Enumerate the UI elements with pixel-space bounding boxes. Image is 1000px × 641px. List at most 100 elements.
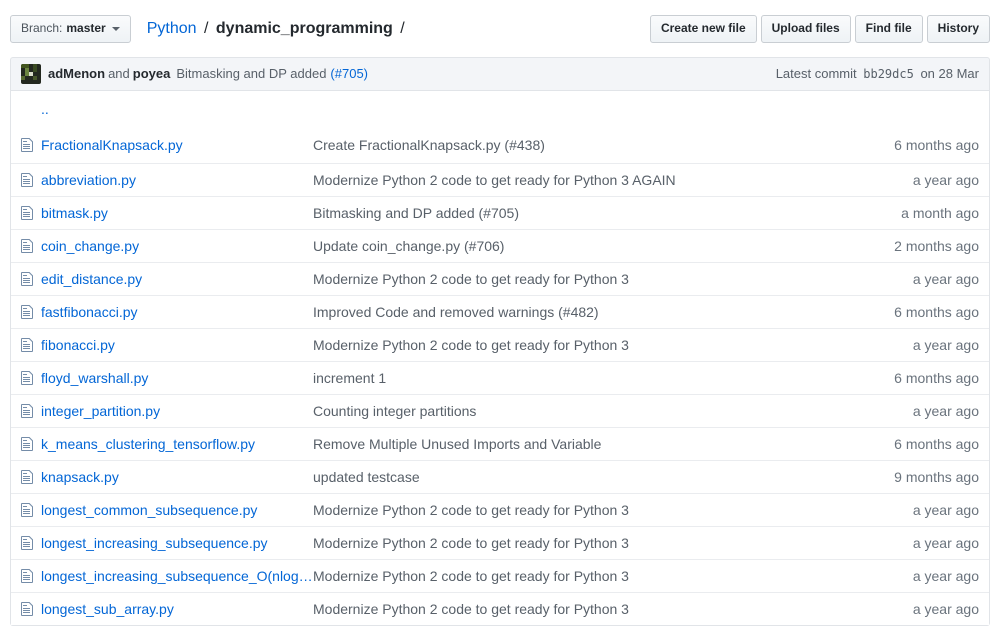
file-commit-message-link[interactable]: Bitmasking and DP added (#705): [313, 205, 519, 221]
file-age: a year ago: [912, 402, 979, 419]
file-message-cell: Modernize Python 2 code to get ready for…: [313, 568, 839, 584]
file-name-link[interactable]: k_means_clustering_tensorflow.py: [41, 436, 255, 452]
parent-directory-row: ..: [11, 90, 989, 127]
latest-commit-info: Latest commit bb29dc5 on 28 Mar: [776, 66, 979, 81]
file-name-link[interactable]: fibonacci.py: [41, 337, 115, 353]
file-message-cell: Remove Multiple Unused Imports and Varia…: [313, 436, 839, 452]
latest-commit-label: Latest commit: [775, 66, 857, 82]
file-text-icon: [11, 172, 41, 188]
file-age: 6 months ago: [894, 136, 979, 153]
table-row: fibonacci.py Modernize Python 2 code to …: [11, 327, 989, 361]
history-button[interactable]: History: [926, 15, 990, 43]
file-name-link[interactable]: integer_partition.py: [41, 403, 160, 419]
commit-bar: adMenon and poyea Bitmasking and DP adde…: [10, 56, 990, 91]
file-age: 6 months ago: [894, 369, 979, 386]
file-commit-message-link[interactable]: Counting integer partitions: [313, 403, 476, 419]
file-text-icon: [11, 370, 41, 386]
parent-directory-link[interactable]: ..: [41, 101, 49, 117]
commit-author-link[interactable]: adMenon: [48, 66, 105, 81]
file-text-icon: [11, 304, 41, 320]
file-text-icon: [11, 568, 41, 584]
file-name-cell: bitmask.py: [41, 205, 313, 221]
file-name-link[interactable]: abbreviation.py: [41, 172, 136, 188]
file-name-cell: k_means_clustering_tensorflow.py: [41, 436, 313, 452]
table-row: k_means_clustering_tensorflow.py Remove …: [11, 426, 989, 460]
breadcrumb-root-link[interactable]: Python: [147, 20, 197, 37]
table-row: floyd_warshall.py increment 1 6 months a…: [11, 360, 989, 394]
file-name-cell: fastfibonacci.py: [41, 304, 313, 320]
file-text-icon: [11, 469, 41, 485]
file-name-link[interactable]: longest_common_subsequence.py: [41, 502, 257, 518]
file-list: FractionalKnapsack.py Create FractionalK…: [11, 126, 989, 625]
file-name-link[interactable]: longest_increasing_subsequence_O(nlog…: [41, 568, 313, 584]
file-name-link[interactable]: bitmask.py: [41, 205, 108, 221]
commit-sha-link[interactable]: bb29dc5: [863, 67, 914, 81]
file-name-link[interactable]: coin_change.py: [41, 238, 139, 254]
file-name-link[interactable]: longest_increasing_subsequence.py: [41, 535, 268, 551]
file-message-cell: Modernize Python 2 code to get ready for…: [313, 601, 839, 617]
breadcrumb-separator: /: [400, 19, 405, 37]
file-text-icon: [11, 535, 41, 551]
file-commit-message-link[interactable]: Modernize Python 2 code to get ready for…: [313, 271, 629, 287]
file-name-link[interactable]: floyd_warshall.py: [41, 370, 148, 386]
file-commit-message-link[interactable]: Update coin_change.py (#706): [313, 238, 504, 254]
file-table: .. FractionalKnapsack.py Create Fraction…: [10, 90, 990, 626]
table-row: coin_change.py Update coin_change.py (#7…: [11, 228, 989, 262]
file-text-icon: [11, 436, 41, 452]
file-text-icon: [11, 403, 41, 419]
table-row: integer_partition.py Counting integer pa…: [11, 393, 989, 427]
caret-down-icon: [111, 26, 120, 31]
table-row: knapsack.py updated testcase 9 months ag…: [11, 459, 989, 493]
file-text-icon: [11, 337, 41, 353]
file-commit-message-link[interactable]: Improved Code and removed warnings (#482…: [313, 304, 599, 320]
file-name-link[interactable]: fastfibonacci.py: [41, 304, 138, 320]
file-name-cell: longest_increasing_subsequence.py: [41, 535, 313, 551]
commit-message-link[interactable]: Bitmasking and DP added: [176, 66, 326, 81]
file-age: 2 months ago: [894, 237, 979, 254]
table-row: fastfibonacci.py Improved Code and remov…: [11, 294, 989, 328]
file-age: a month ago: [901, 204, 979, 221]
file-age: a year ago: [912, 171, 979, 188]
file-name-cell: longest_common_subsequence.py: [41, 502, 313, 518]
file-commit-message-link[interactable]: Modernize Python 2 code to get ready for…: [313, 568, 629, 584]
file-text-icon: [11, 601, 41, 617]
commit-pr-link[interactable]: (#705): [330, 66, 368, 81]
file-name-cell: abbreviation.py: [41, 172, 313, 188]
branch-select-button[interactable]: Branch: master: [10, 15, 131, 43]
file-commit-message-link[interactable]: Modernize Python 2 code to get ready for…: [313, 502, 629, 518]
file-age: a year ago: [912, 336, 979, 353]
file-name-cell: coin_change.py: [41, 238, 313, 254]
file-commit-message-link[interactable]: Modernize Python 2 code to get ready for…: [313, 337, 629, 353]
file-commit-message-link[interactable]: Modernize Python 2 code to get ready for…: [313, 172, 676, 188]
file-name-cell: floyd_warshall.py: [41, 370, 313, 386]
file-commit-message-link[interactable]: updated testcase: [313, 469, 420, 485]
file-commit-message-link[interactable]: Modernize Python 2 code to get ready for…: [313, 535, 629, 551]
table-row: longest_increasing_subsequence_O(nlog… M…: [11, 558, 989, 592]
file-age: a year ago: [912, 600, 979, 617]
branch-name: master: [66, 21, 106, 35]
file-name-link[interactable]: edit_distance.py: [41, 271, 142, 287]
avatar[interactable]: [21, 63, 41, 84]
file-message-cell: Modernize Python 2 code to get ready for…: [313, 271, 839, 287]
commit-coauthor-link[interactable]: poyea: [133, 66, 171, 81]
create-new-file-button[interactable]: Create new file: [649, 15, 757, 43]
table-row: longest_increasing_subsequence.py Modern…: [11, 525, 989, 559]
table-row: longest_sub_array.py Modernize Python 2 …: [11, 591, 989, 625]
upload-files-button[interactable]: Upload files: [760, 15, 851, 43]
file-age: 6 months ago: [894, 435, 979, 452]
file-age: a year ago: [912, 270, 979, 287]
file-age: a year ago: [912, 567, 979, 584]
file-name-link[interactable]: FractionalKnapsack.py: [41, 137, 183, 153]
file-commit-message-link[interactable]: increment 1: [313, 370, 386, 386]
file-message-cell: Improved Code and removed warnings (#482…: [313, 304, 839, 320]
file-navigation: Branch: master Python / dynamic_programm…: [10, 15, 990, 43]
file-name-link[interactable]: knapsack.py: [41, 469, 119, 485]
file-commit-message-link[interactable]: Create FractionalKnapsack.py (#438): [313, 137, 545, 153]
file-commit-message-link[interactable]: Modernize Python 2 code to get ready for…: [313, 601, 629, 617]
find-file-button[interactable]: Find file: [854, 15, 923, 43]
file-commit-message-link[interactable]: Remove Multiple Unused Imports and Varia…: [313, 436, 601, 452]
file-message-cell: increment 1: [313, 370, 839, 386]
header-buttons: Create new file Upload files Find file H…: [649, 15, 990, 43]
table-row: FractionalKnapsack.py Create FractionalK…: [11, 126, 989, 163]
file-name-link[interactable]: longest_sub_array.py: [41, 601, 174, 617]
